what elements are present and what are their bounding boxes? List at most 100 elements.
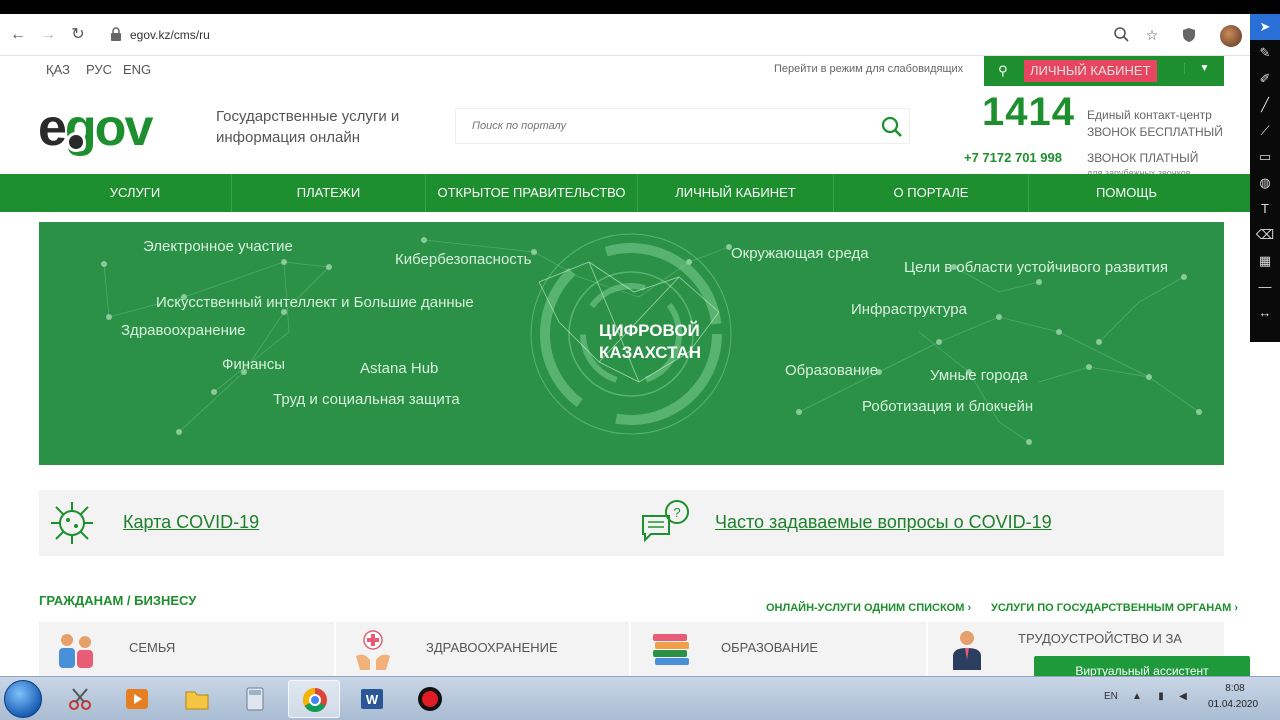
- scissors-icon: [69, 688, 91, 710]
- taskbar-word[interactable]: W: [346, 680, 398, 718]
- category-family[interactable]: СЕМЬЯ: [39, 622, 334, 676]
- rectangle-tool-icon[interactable]: ▭: [1250, 144, 1280, 170]
- topic-environment[interactable]: Окружающая среда: [731, 245, 869, 262]
- tray-expand-icon[interactable]: ▲: [1130, 691, 1144, 705]
- nav-payments[interactable]: ПЛАТЕЖИ: [232, 174, 426, 212]
- input-language[interactable]: EN: [1104, 691, 1118, 702]
- topic-healthcare[interactable]: Здравоохранение: [121, 322, 246, 339]
- virus-icon: [51, 502, 93, 544]
- topic-education[interactable]: Образование: [785, 362, 878, 379]
- personal-cabinet-button[interactable]: ⚲ ЛИЧНЫЙ КАБИНЕТ ▼: [984, 56, 1224, 86]
- virtual-assistant-button[interactable]: Виртуальный ассистент: [1034, 656, 1250, 676]
- lock-icon: [111, 27, 121, 41]
- browser-toolbar: ← → ↻ egov.kz/cms/ru ☆: [0, 14, 1250, 56]
- nav-about[interactable]: О ПОРТАЛЕ: [834, 174, 1029, 212]
- minimize-toolbar-icon[interactable]: —: [1250, 274, 1280, 300]
- clock-time[interactable]: 8:08: [1210, 683, 1260, 694]
- lang-ru[interactable]: РУС: [86, 62, 112, 77]
- pattern-tool-icon[interactable]: ▦: [1250, 248, 1280, 274]
- pointer-tool-icon[interactable]: ➤: [1250, 14, 1280, 40]
- color-palette-icon[interactable]: ◍: [1250, 170, 1280, 196]
- topic-finance[interactable]: Финансы: [222, 356, 285, 373]
- category-label: ТРУДОУСТРОЙСТВО И ЗА: [1018, 631, 1182, 646]
- egov-page: ҚАЗ РУС ENG Перейти в режим для слабовид…: [0, 56, 1250, 676]
- topic-infrastructure[interactable]: Инфраструктура: [851, 301, 967, 318]
- line-tool-icon[interactable]: ╱: [1250, 92, 1280, 118]
- svg-text:W: W: [366, 692, 379, 707]
- pen-tool-icon[interactable]: ✎: [1250, 40, 1280, 66]
- category-healthcare[interactable]: ЗДРАВООХРАНЕНИЕ: [336, 622, 629, 676]
- category-label: ЗДРАВООХРАНЕНИЕ: [426, 640, 558, 655]
- online-services-list-link[interactable]: ОНЛАЙН-УСЛУГИ ОДНИМ СПИСКОМ ›: [766, 602, 971, 614]
- topic-astana-hub[interactable]: Astana Hub: [360, 360, 438, 377]
- topic-e-participation[interactable]: Электронное участие: [143, 238, 293, 255]
- taskbar-calculator[interactable]: [229, 680, 281, 718]
- search-icon[interactable]: [880, 115, 904, 139]
- calculator-icon: [246, 687, 264, 711]
- category-label: ОБРАЗОВАНИЕ: [721, 640, 819, 655]
- contact-center-label: Единый контакт-центр: [1087, 108, 1212, 122]
- taskbar-explorer[interactable]: [171, 680, 223, 718]
- topic-smart-cities[interactable]: Умные города: [930, 367, 1028, 384]
- battery-icon[interactable]: ▮: [1154, 691, 1168, 705]
- forward-button[interactable]: →: [38, 25, 58, 45]
- taskbar-chrome[interactable]: [288, 680, 340, 718]
- nav-personal-cabinet[interactable]: ЛИЧНЫЙ КАБИНЕТ: [638, 174, 834, 212]
- nav-help[interactable]: ПОМОЩЬ: [1029, 174, 1224, 212]
- expand-toolbar-icon[interactable]: ↔: [1250, 300, 1280, 326]
- clock-date[interactable]: 01.04.2020: [1200, 699, 1266, 710]
- media-player-icon: [126, 689, 148, 709]
- nav-open-government[interactable]: ОТКРЫТОЕ ПРАВИТЕЛЬСТВО: [426, 174, 638, 212]
- marker-tool-icon[interactable]: ✐: [1250, 66, 1280, 92]
- digital-kazakhstan-banner[interactable]: Электронное участие Кибербезопасность Ок…: [39, 222, 1224, 465]
- topic-robotics-blockchain[interactable]: Роботизация и блокчейн: [862, 398, 1033, 415]
- paid-phone-number[interactable]: +7 7172 701 998: [964, 150, 1062, 165]
- covid-map-link[interactable]: Карта COVID-19: [123, 512, 259, 533]
- covid-faq-link[interactable]: Часто задаваемые вопросы о COVID-19: [715, 512, 1052, 533]
- chevron-down-icon[interactable]: ▼: [1184, 63, 1224, 74]
- services-by-agency-link[interactable]: УСЛУГИ ПО ГОСУДАРСТВЕННЫМ ОРГАНАМ ›: [991, 602, 1238, 614]
- lang-kz[interactable]: ҚАЗ: [46, 62, 70, 77]
- contact-center-number[interactable]: 1414: [982, 90, 1075, 135]
- topic-ai-big-data[interactable]: Искусственный интеллект и Большие данные: [156, 294, 474, 311]
- lang-en[interactable]: ENG: [123, 62, 151, 77]
- covid-map-card[interactable]: Карта COVID-19: [39, 490, 631, 556]
- reload-button[interactable]: ↻: [68, 25, 88, 45]
- back-button[interactable]: ←: [8, 25, 28, 45]
- eraser-tool-icon[interactable]: ⌫: [1250, 222, 1280, 248]
- address-bar[interactable]: egov.kz/cms/ru: [130, 28, 210, 42]
- start-button[interactable]: [4, 680, 42, 718]
- taskbar-media-player[interactable]: [111, 680, 163, 718]
- taskbar-snipping-tool[interactable]: [54, 680, 106, 718]
- banner-title: ЦИФРОВОЙ КАЗАХСТАН: [599, 321, 701, 362]
- record-icon: [418, 687, 442, 711]
- topic-labor-social[interactable]: Труд и социальная защита: [273, 391, 460, 408]
- zoom-icon[interactable]: [1112, 25, 1132, 45]
- site-header: egov Государственные услуги и информация…: [0, 86, 1250, 178]
- shield-icon[interactable]: [1179, 25, 1199, 45]
- bookmark-star-icon[interactable]: ☆: [1142, 25, 1162, 45]
- personal-cabinet-label: ЛИЧНЫЙ КАБИНЕТ: [1024, 60, 1157, 82]
- paid-call-label: ЗВОНОК ПЛАТНЫЙ: [1087, 151, 1199, 165]
- screen: ← → ↻ egov.kz/cms/ru ☆ ➤ ✎ ✐ ╱ ⟋ ▭ ◍ T ⌫…: [0, 14, 1280, 720]
- volume-icon[interactable]: ◀: [1176, 691, 1190, 705]
- egov-logo[interactable]: egov: [38, 98, 153, 158]
- faq-chat-icon: ?: [642, 500, 689, 543]
- logo-dot-icon: [66, 132, 86, 152]
- topic-cybersecurity[interactable]: Кибербезопасность: [395, 251, 532, 268]
- brush-tool-icon[interactable]: ⟋: [1250, 118, 1280, 144]
- search-box: [455, 108, 910, 144]
- person-icon: ⚲: [998, 63, 1008, 78]
- word-icon: W: [361, 689, 383, 709]
- profile-avatar[interactable]: [1220, 25, 1242, 47]
- taskbar-recorder[interactable]: [404, 680, 456, 718]
- text-tool-icon[interactable]: T: [1250, 196, 1280, 222]
- category-education[interactable]: ОБРАЗОВАНИЕ: [631, 622, 926, 676]
- search-input[interactable]: [456, 109, 866, 143]
- main-nav: УСЛУГИ ПЛАТЕЖИ ОТКРЫТОЕ ПРАВИТЕЛЬСТВО ЛИ…: [0, 174, 1250, 212]
- impaired-mode-link[interactable]: Перейти в режим для слабовидящих: [774, 63, 963, 75]
- category-label: СЕМЬЯ: [129, 640, 176, 655]
- topic-sdg[interactable]: Цели в области устойчивого развития: [904, 259, 1168, 276]
- nav-services[interactable]: УСЛУГИ: [39, 174, 232, 212]
- covid-faq-card[interactable]: ? Часто задаваемые вопросы о COVID-19: [631, 490, 1224, 556]
